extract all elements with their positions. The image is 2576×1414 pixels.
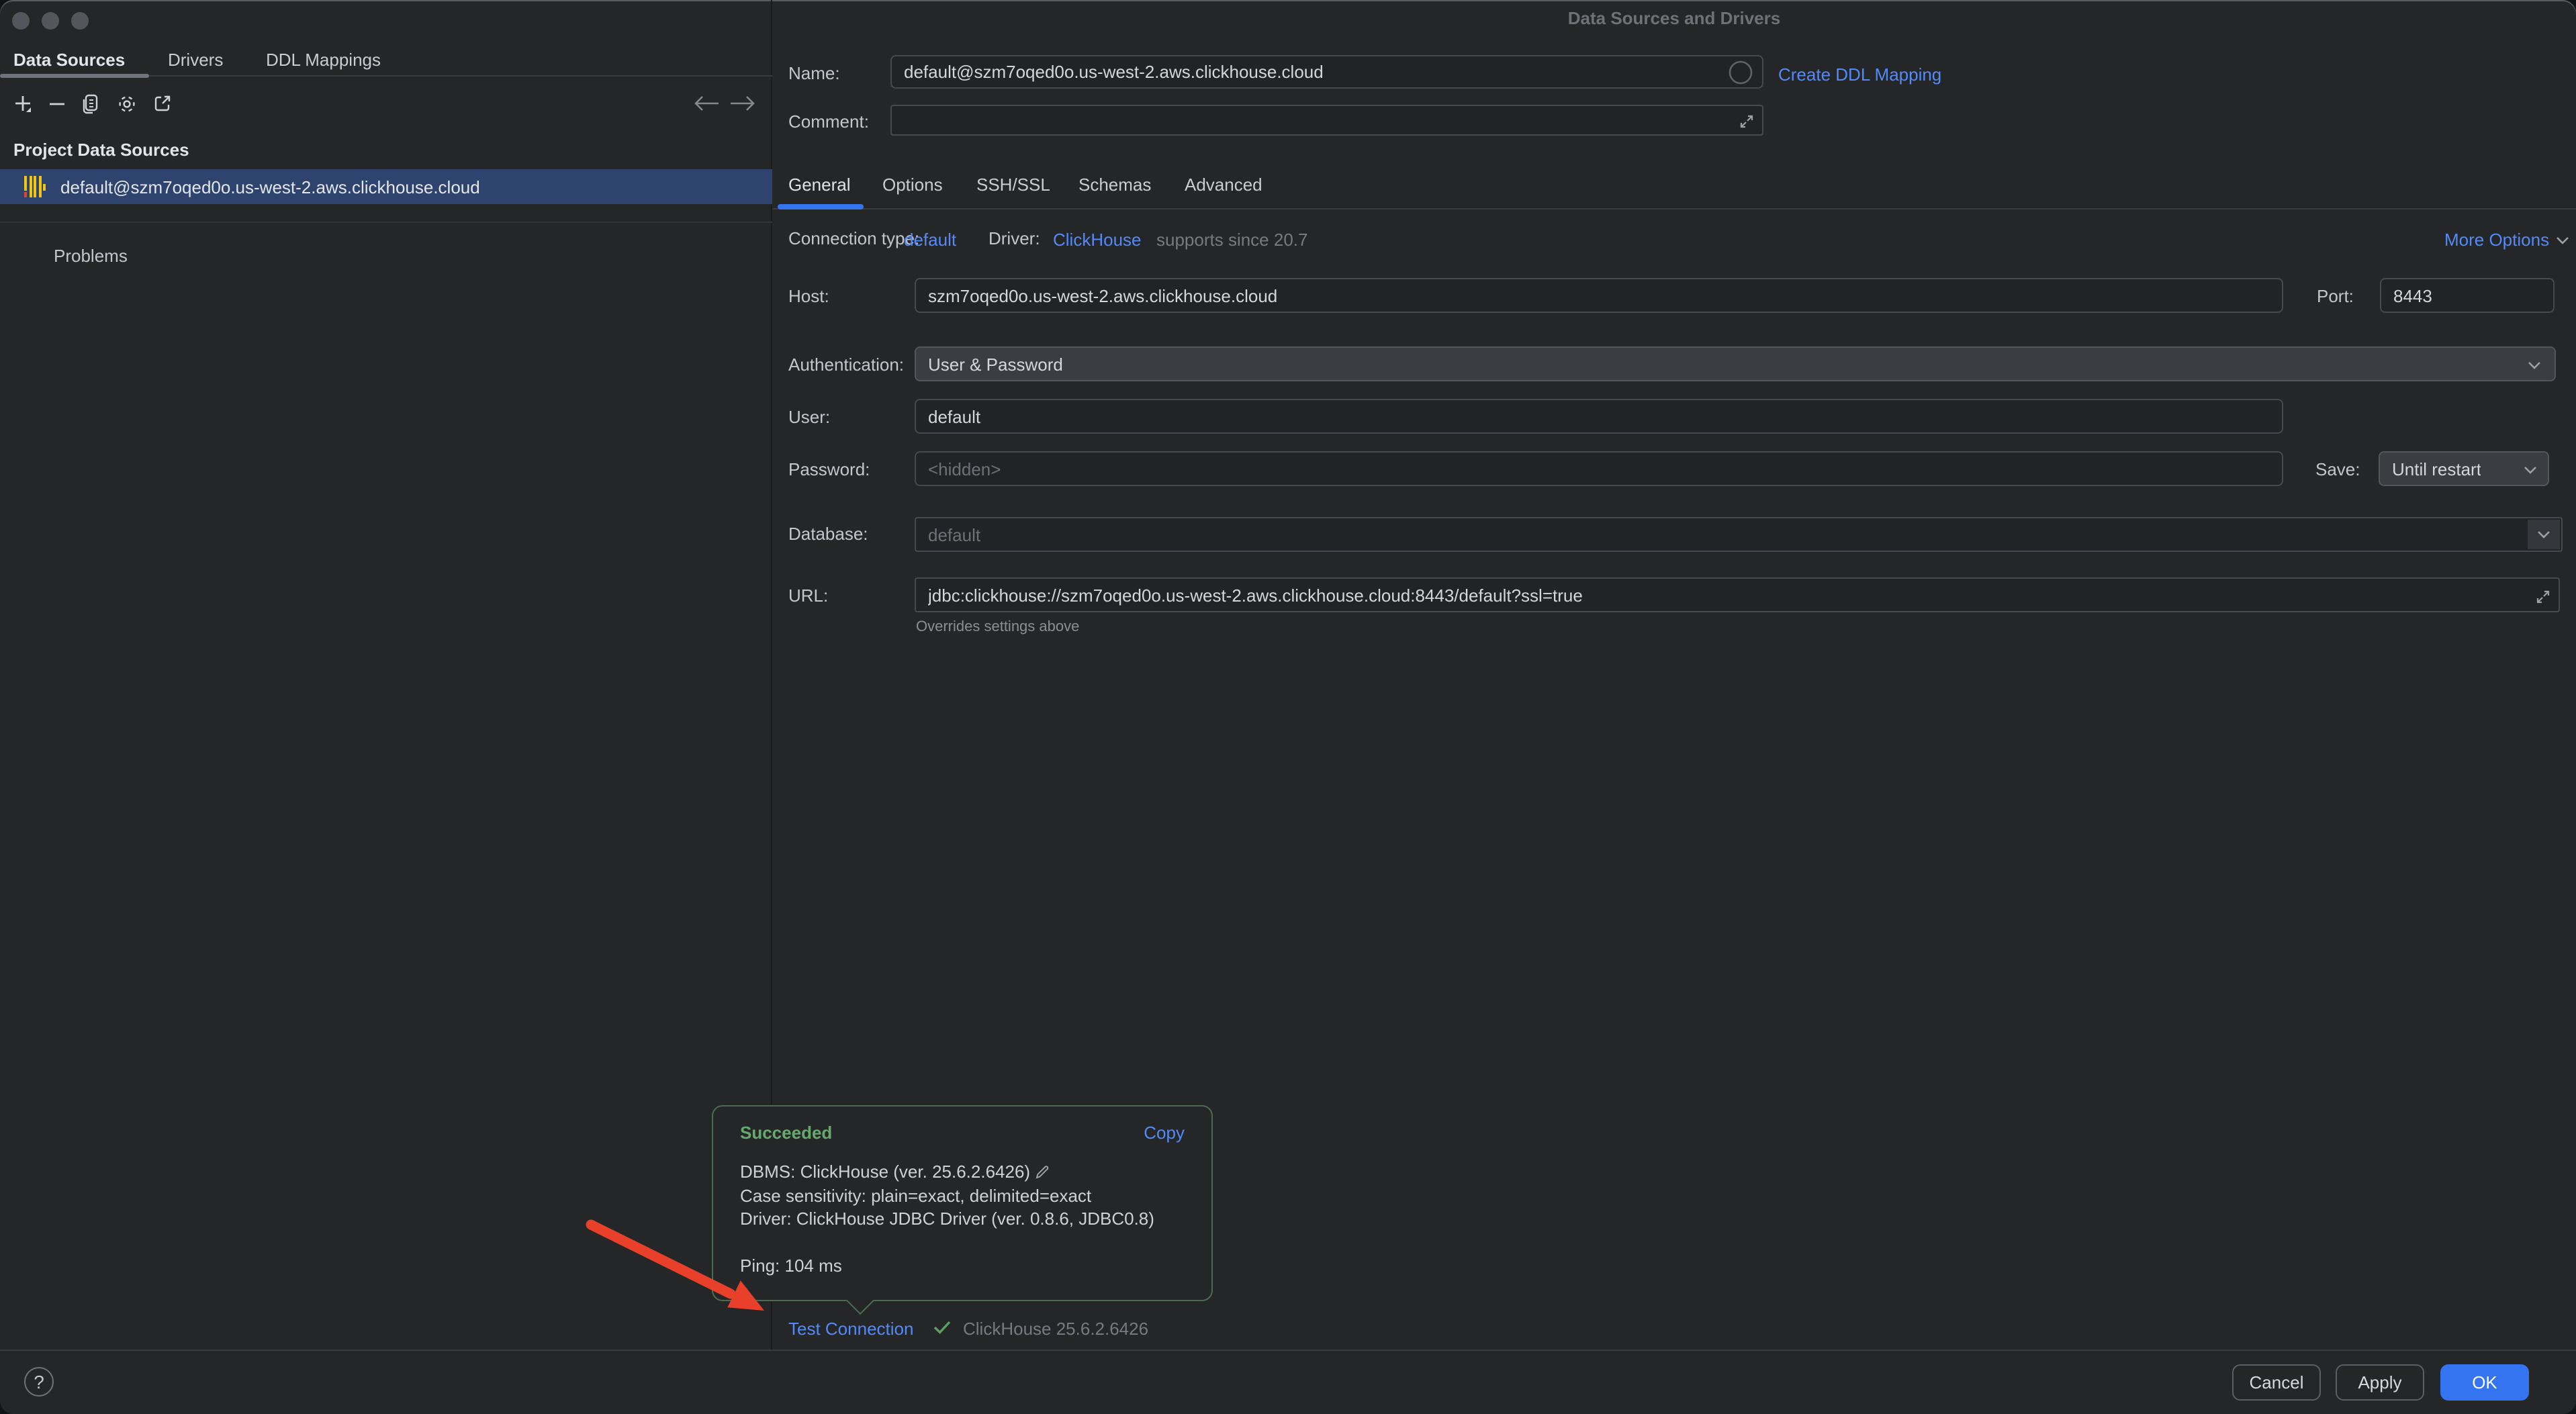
name-label: Name: bbox=[788, 64, 840, 82]
tab-ssh-ssl[interactable]: SSH/SSL bbox=[976, 176, 1050, 193]
chevron-down-icon bbox=[2528, 361, 2541, 369]
data-sources-dialog: Data Sources Drivers DDL Mappings bbox=[0, 0, 2576, 1414]
copy-icon bbox=[81, 93, 99, 113]
host-input[interactable]: szm7oqed0o.us-west-2.aws.clickhouse.clou… bbox=[915, 278, 2283, 313]
add-data-source-button[interactable] bbox=[11, 91, 35, 115]
arrow-left-icon bbox=[693, 95, 720, 111]
host-label: Host: bbox=[788, 287, 829, 305]
dialog-title: Data Sources and Drivers bbox=[772, 9, 2576, 27]
help-button[interactable]: ? bbox=[24, 1367, 54, 1397]
data-source-list-item-selected[interactable]: default@szm7oqed0o.us-west-2.aws.clickho… bbox=[0, 169, 772, 204]
expand-icon[interactable] bbox=[1739, 114, 1754, 129]
driver-value-link[interactable]: ClickHouse bbox=[1053, 230, 1142, 250]
back-button[interactable] bbox=[693, 93, 720, 114]
window-zoom-button[interactable] bbox=[71, 12, 89, 30]
tab-advanced[interactable]: Advanced bbox=[1185, 176, 1262, 193]
apply-button[interactable]: Apply bbox=[2336, 1364, 2424, 1401]
success-check-icon bbox=[933, 1320, 951, 1335]
active-settings-tab-underline bbox=[778, 204, 864, 209]
duplicate-button[interactable] bbox=[78, 91, 102, 115]
database-label: Database: bbox=[788, 525, 868, 543]
chevron-down-icon bbox=[2556, 236, 2569, 244]
user-label: User: bbox=[788, 408, 830, 426]
help-question-icon: ? bbox=[34, 1371, 44, 1393]
test-connection-link[interactable]: Test Connection bbox=[788, 1319, 913, 1339]
popup-dbms-line: DBMS: ClickHouse (ver. 25.6.2.6426) bbox=[740, 1160, 1030, 1184]
forward-button[interactable] bbox=[729, 93, 756, 114]
clickhouse-icon bbox=[24, 176, 46, 197]
window-close-button[interactable] bbox=[12, 12, 30, 30]
remove-data-source-button[interactable] bbox=[44, 91, 68, 115]
window-minimize-button[interactable] bbox=[42, 12, 59, 30]
chevron-down-icon bbox=[2524, 466, 2537, 474]
more-options-link[interactable]: More Options bbox=[2444, 230, 2569, 250]
left-panel: Data Sources Drivers DDL Mappings bbox=[0, 0, 772, 1350]
port-label: Port: bbox=[2317, 287, 2354, 305]
save-dropdown[interactable]: Until restart bbox=[2379, 451, 2549, 486]
settings-button[interactable] bbox=[114, 91, 138, 115]
data-source-color-icon[interactable] bbox=[1729, 60, 1753, 85]
url-label: URL: bbox=[788, 587, 828, 604]
comment-label: Comment: bbox=[788, 113, 869, 130]
user-input[interactable]: default bbox=[915, 399, 2283, 434]
popup-status: Succeeded bbox=[740, 1123, 832, 1143]
connection-type-label: Connection type: bbox=[788, 230, 919, 247]
tab-drivers[interactable]: Drivers bbox=[168, 51, 223, 68]
active-tab-underline bbox=[0, 74, 149, 78]
arrow-right-icon bbox=[729, 95, 756, 111]
red-annotation-arrow bbox=[580, 1211, 782, 1332]
connection-type-value-link[interactable]: default bbox=[904, 230, 956, 250]
authentication-dropdown[interactable]: User & Password bbox=[915, 346, 2556, 381]
data-source-item-label: default@szm7oqed0o.us-west-2.aws.clickho… bbox=[60, 178, 480, 195]
export-icon bbox=[153, 94, 172, 113]
database-combobox[interactable]: default bbox=[915, 517, 2563, 552]
project-data-sources-header: Project Data Sources bbox=[13, 141, 189, 158]
comment-input[interactable] bbox=[890, 105, 1763, 136]
password-input[interactable]: <hidden> bbox=[915, 451, 2283, 486]
name-input[interactable]: default@szm7oqed0o.us-west-2.aws.clickho… bbox=[890, 55, 1763, 89]
expand-icon[interactable] bbox=[2536, 590, 2550, 604]
create-ddl-mapping-link[interactable]: Create DDL Mapping bbox=[1778, 64, 1941, 85]
port-input[interactable]: 8443 bbox=[2380, 278, 2555, 313]
tab-ddl-mappings[interactable]: DDL Mappings bbox=[266, 51, 381, 68]
plus-icon bbox=[13, 93, 33, 113]
cancel-button[interactable]: Cancel bbox=[2232, 1364, 2321, 1401]
ok-button[interactable]: OK bbox=[2440, 1364, 2529, 1401]
url-input[interactable]: jdbc:clickhouse://szm7oqed0o.us-west-2.a… bbox=[915, 577, 2560, 612]
tab-schemas[interactable]: Schemas bbox=[1078, 176, 1151, 193]
save-label: Save: bbox=[2315, 461, 2360, 478]
tab-data-sources[interactable]: Data Sources bbox=[13, 51, 125, 68]
database-dropdown-button[interactable] bbox=[2528, 520, 2560, 549]
popup-driver-line: Driver: ClickHouse JDBC Driver (ver. 0.8… bbox=[740, 1207, 1154, 1231]
popup-ping-line: Ping: 104 ms bbox=[740, 1254, 1154, 1277]
gear-icon bbox=[116, 93, 136, 113]
open-in-new-button[interactable] bbox=[150, 91, 175, 115]
driver-supports-hint: supports since 20.7 bbox=[1156, 230, 1307, 250]
connection-version-text: ClickHouse 25.6.2.6426 bbox=[963, 1319, 1148, 1339]
test-connection-result-popup: Succeeded Copy DBMS: ClickHouse (ver. 25… bbox=[712, 1105, 1213, 1301]
problems-section[interactable]: Problems bbox=[54, 247, 128, 265]
chevron-down-icon bbox=[2537, 530, 2550, 538]
minus-icon bbox=[48, 95, 65, 112]
tab-options[interactable]: Options bbox=[882, 176, 943, 193]
tab-general[interactable]: General bbox=[788, 176, 851, 193]
url-overrides-hint: Overrides settings above bbox=[916, 619, 1079, 635]
copy-link[interactable]: Copy bbox=[1144, 1123, 1185, 1143]
authentication-label: Authentication: bbox=[788, 356, 904, 373]
driver-label: Driver: bbox=[988, 230, 1040, 247]
password-label: Password: bbox=[788, 461, 870, 478]
edit-pencil-icon[interactable] bbox=[1034, 1164, 1050, 1180]
popup-case-line: Case sensitivity: plain=exact, delimited… bbox=[740, 1184, 1154, 1207]
